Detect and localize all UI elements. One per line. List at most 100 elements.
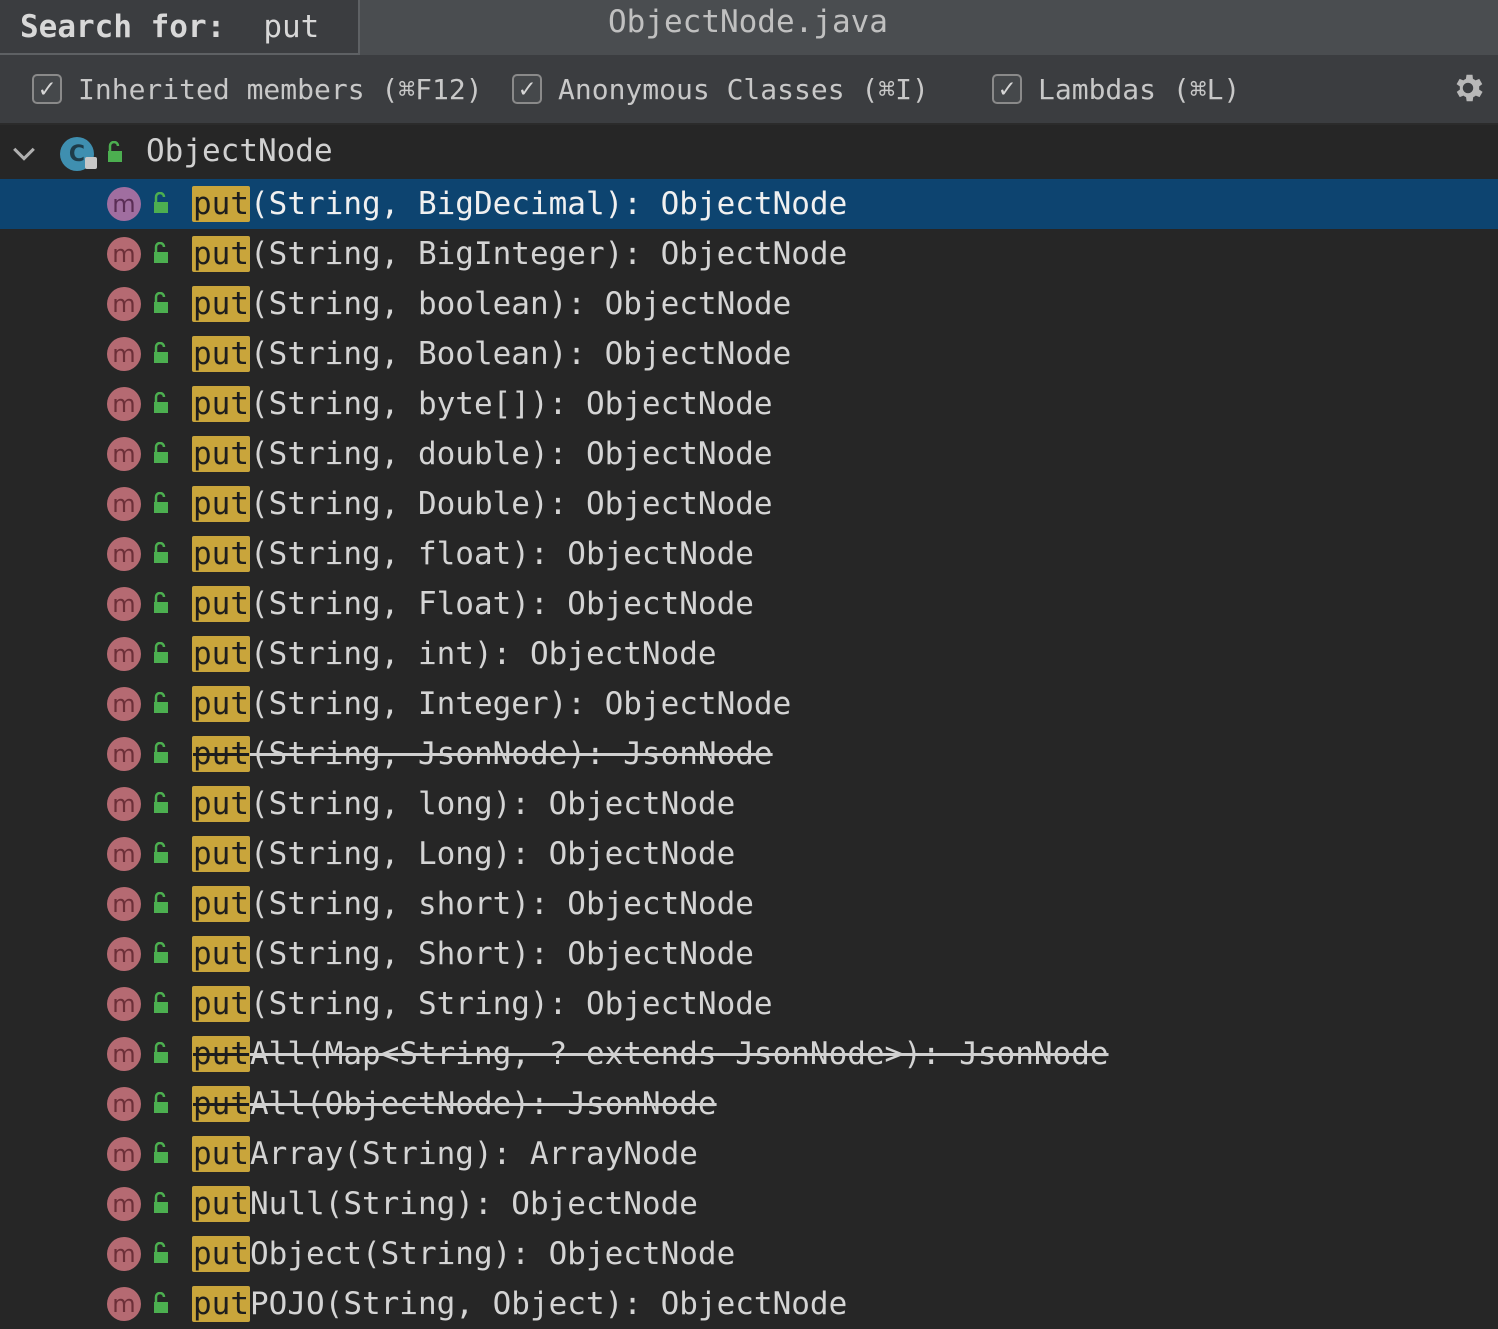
- method-row[interactable]: m put POJO(String, Object): ObjectNode: [0, 1279, 1498, 1329]
- checkbox-lambdas[interactable]: ✓: [992, 74, 1022, 104]
- method-signature-rest: (String, Float): ObjectNode: [250, 586, 754, 622]
- search-match-highlight: put: [192, 836, 250, 872]
- method-signature-rest: (String, double): ObjectNode: [250, 436, 773, 472]
- method-row[interactable]: m put (String, Integer): ObjectNode: [0, 679, 1498, 729]
- method-signature: put All(ObjectNode): JsonNode: [192, 1084, 717, 1124]
- method-row[interactable]: m put All(Map<String, ? extends JsonNode>)…: [0, 1029, 1498, 1079]
- method-signature-rest: All(Map<String, ? extends JsonNode>): Js…: [250, 1036, 1109, 1072]
- method-row[interactable]: m put (String, long): ObjectNode: [0, 779, 1498, 829]
- public-access-icon: [154, 992, 168, 1013]
- method-icon: m: [107, 487, 141, 521]
- gear-icon[interactable]: [1450, 70, 1486, 106]
- method-icon: m: [107, 837, 141, 871]
- public-access-icon: [154, 592, 168, 613]
- search-match-highlight: put: [192, 486, 250, 522]
- option-inherited-members[interactable]: ✓ Inherited members (⌘F12): [32, 70, 483, 108]
- method-row[interactable]: m put (String, BigInteger): ObjectNode: [0, 229, 1498, 279]
- method-row[interactable]: m put All(ObjectNode): JsonNode: [0, 1079, 1498, 1129]
- method-icon: m: [107, 537, 141, 571]
- public-access-icon: [154, 1042, 168, 1063]
- method-signature-rest: (String, JsonNode): JsonNode: [250, 736, 773, 772]
- method-icon: m: [107, 1137, 141, 1171]
- method-signature-rest: (String, short): ObjectNode: [250, 886, 754, 922]
- method-row[interactable]: m put (String, short): ObjectNode: [0, 879, 1498, 929]
- search-match-highlight: put: [192, 936, 250, 972]
- search-match-highlight: put: [192, 986, 250, 1022]
- method-row[interactable]: m put (String, String): ObjectNode: [0, 979, 1498, 1029]
- method-row[interactable]: m put (String, Short): ObjectNode: [0, 929, 1498, 979]
- method-signature-rest: (String, int): ObjectNode: [250, 636, 717, 672]
- search-match-highlight: put: [192, 236, 250, 272]
- method-row[interactable]: m put (String, Boolean): ObjectNode: [0, 329, 1498, 379]
- method-icon: m: [107, 637, 141, 671]
- method-signature: put (String, BigInteger): ObjectNode: [192, 234, 847, 274]
- public-access-icon: [154, 692, 168, 713]
- search-input[interactable]: put: [263, 9, 319, 45]
- public-access-icon: [154, 392, 168, 413]
- public-access-icon: [154, 742, 168, 763]
- method-signature: put (String, Double): ObjectNode: [192, 484, 773, 524]
- search-header: Search for: put ObjectNode.java: [0, 0, 1498, 55]
- chevron-down-icon[interactable]: [10, 139, 38, 167]
- root-class-label: ObjectNode: [146, 133, 333, 169]
- search-field[interactable]: Search for: put: [0, 0, 360, 55]
- method-row[interactable]: m put (String, Float): ObjectNode: [0, 579, 1498, 629]
- method-icon: m: [107, 1287, 141, 1321]
- method-row[interactable]: m put (String, double): ObjectNode: [0, 429, 1498, 479]
- search-match-highlight: put: [192, 386, 250, 422]
- method-signature: put (String, boolean): ObjectNode: [192, 284, 791, 324]
- option-anonymous-classes[interactable]: ✓ Anonymous Classes (⌘I): [512, 70, 929, 108]
- method-signature: put Null(String): ObjectNode: [192, 1184, 698, 1224]
- method-signature: put (String, Short): ObjectNode: [192, 934, 754, 974]
- method-row[interactable]: m put (String, boolean): ObjectNode: [0, 279, 1498, 329]
- method-signature-rest: (String, Integer): ObjectNode: [250, 686, 792, 722]
- method-icon: m: [107, 737, 141, 771]
- method-icon: m: [107, 387, 141, 421]
- method-icon: m: [107, 1087, 141, 1121]
- search-match-highlight: put: [192, 536, 250, 572]
- method-row[interactable]: m put Object(String): ObjectNode: [0, 1229, 1498, 1279]
- method-row[interactable]: m put (String, int): ObjectNode: [0, 629, 1498, 679]
- method-row[interactable]: m put (String, Double): ObjectNode: [0, 479, 1498, 529]
- method-signature: put (String, double): ObjectNode: [192, 434, 773, 474]
- method-row[interactable]: m put (String, Long): ObjectNode: [0, 829, 1498, 879]
- method-signature: put Object(String): ObjectNode: [192, 1234, 735, 1274]
- checkbox-inherited-members[interactable]: ✓: [32, 74, 62, 104]
- tree-root-node[interactable]: C ObjectNode: [0, 127, 1498, 177]
- method-icon: m: [107, 587, 141, 621]
- method-signature-rest: Object(String): ObjectNode: [250, 1236, 736, 1272]
- method-icon: m: [107, 437, 141, 471]
- method-icon: m: [107, 187, 141, 221]
- method-signature-rest: (String, Double): ObjectNode: [250, 486, 773, 522]
- public-access-icon: [154, 942, 168, 963]
- method-row[interactable]: m put (String, byte[]): ObjectNode: [0, 379, 1498, 429]
- method-signature: put (String, Long): ObjectNode: [192, 834, 735, 874]
- method-signature-rest: (String, Long): ObjectNode: [250, 836, 736, 872]
- checkbox-anonymous-classes[interactable]: ✓: [512, 74, 542, 104]
- method-row[interactable]: m put Null(String): ObjectNode: [0, 1179, 1498, 1229]
- search-match-highlight: put: [192, 786, 250, 822]
- search-match-highlight: put: [192, 686, 250, 722]
- search-match-highlight: put: [192, 1286, 250, 1322]
- public-access-icon: [154, 1292, 168, 1313]
- public-access-icon: [154, 892, 168, 913]
- method-row[interactable]: m put (String, JsonNode): JsonNode: [0, 729, 1498, 779]
- method-icon: m: [107, 937, 141, 971]
- method-signature-rest: (String, Boolean): ObjectNode: [250, 336, 792, 372]
- public-access-icon: [154, 792, 168, 813]
- method-row[interactable]: m put Array(String): ArrayNode: [0, 1129, 1498, 1179]
- file-title: ObjectNode.java: [608, 4, 888, 40]
- method-signature-rest: (String, String): ObjectNode: [250, 986, 773, 1022]
- method-signature: put (String, String): ObjectNode: [192, 984, 773, 1024]
- public-access-icon: [108, 141, 122, 162]
- method-signature-rest: (String, byte[]): ObjectNode: [250, 386, 773, 422]
- search-match-highlight: put: [192, 586, 250, 622]
- method-row[interactable]: m put (String, BigDecimal): ObjectNode: [0, 179, 1498, 229]
- method-icon: m: [107, 337, 141, 371]
- method-signature: put (String, JsonNode): JsonNode: [192, 734, 773, 774]
- public-access-icon: [154, 1142, 168, 1163]
- method-row[interactable]: m put (String, float): ObjectNode: [0, 529, 1498, 579]
- option-lambdas[interactable]: ✓ Lambdas (⌘L): [992, 70, 1240, 108]
- public-access-icon: [154, 342, 168, 363]
- public-access-icon: [154, 442, 168, 463]
